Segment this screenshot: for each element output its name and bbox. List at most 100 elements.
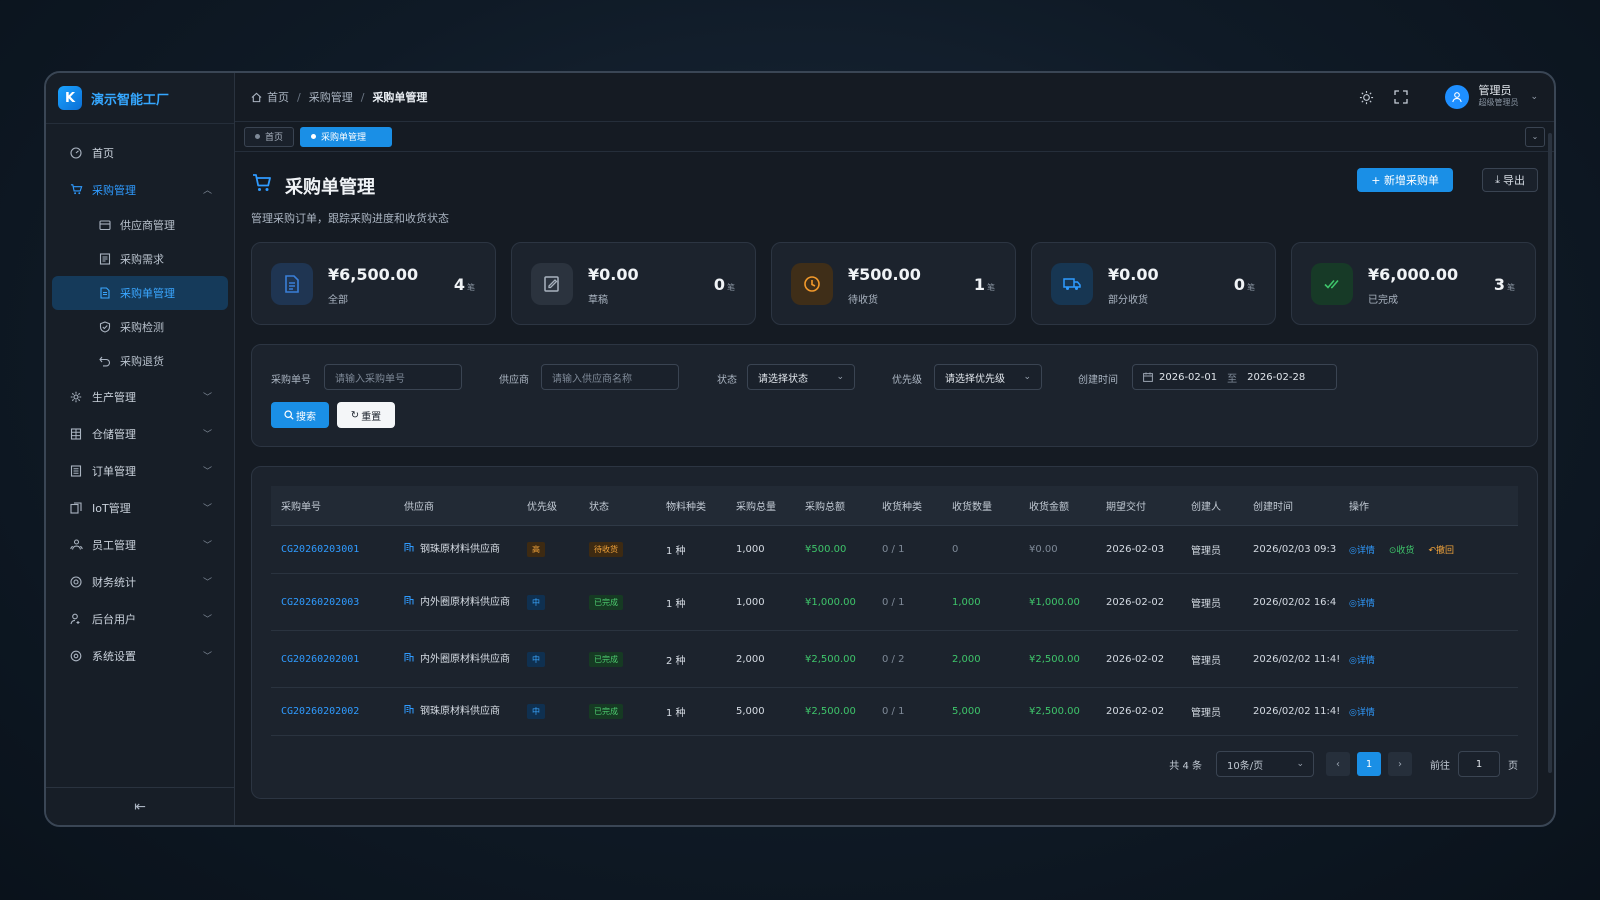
total-qty-cell: 5,000 (726, 706, 795, 717)
new-po-button[interactable]: + 新增采购单 (1357, 168, 1453, 192)
sidebar-subitem[interactable]: 供应商管理 (52, 208, 228, 242)
prev-page-button[interactable]: ‹ (1326, 752, 1350, 776)
stat-card[interactable]: ¥500.00 待收货 1 笔 (771, 242, 1016, 325)
stat-card[interactable]: ¥6,000.00 已完成 3 笔 (1291, 242, 1536, 325)
chevron-up-icon: ︿ (202, 186, 212, 196)
po-number-link[interactable]: CG20260202003 (271, 597, 394, 608)
search-button[interactable]: 搜索 (271, 402, 329, 428)
sidebar-item[interactable]: 生产管理 ﹀ (46, 378, 234, 415)
topbar: 首页 / 采购管理 / 采购单管理 管理员 超级管理员 ⌄ (235, 73, 1554, 122)
chevron-down-icon[interactable]: ⌄ (1530, 92, 1538, 102)
status-select[interactable]: 请选择状态 ⌄ (747, 364, 855, 390)
due-date-cell-text: 2026-02-02 (1106, 706, 1165, 717)
row-action-button[interactable]: ↶撤回 (1428, 543, 1454, 556)
tab-tag[interactable]: 首页 (244, 126, 295, 147)
date-separator: 至 (1227, 373, 1238, 385)
sidebar-item[interactable]: 采购管理 ︿ (46, 171, 234, 208)
stat-amount: ¥0.00 (588, 265, 639, 284)
gear-icon (69, 390, 83, 404)
export-button[interactable]: ⤓ 导出 (1482, 168, 1538, 192)
actions-cell: ◎详情 (1339, 653, 1462, 666)
next-page-button[interactable]: › (1388, 752, 1412, 776)
sidebar-item[interactable]: 财务统计 ﹀ (46, 563, 234, 600)
received-amount-cell: ¥0.00 (1019, 544, 1096, 555)
row-action-button[interactable]: ⊙收货 (1389, 543, 1415, 556)
sidebar-subitem[interactable]: 采购单管理 (52, 276, 228, 310)
column-header: 创建时间 (1253, 502, 1293, 513)
material-kinds-cell: 1 种 (656, 542, 726, 557)
home-icon (251, 92, 262, 103)
sidebar-item[interactable]: 首页 (46, 134, 234, 171)
stat-label: 草稿 (588, 295, 608, 306)
avatar[interactable] (1445, 85, 1470, 109)
received-kinds-cell-text: 0 / 1 (882, 706, 905, 717)
row-action-button[interactable]: ◎详情 (1349, 543, 1375, 556)
column-header: 状态 (589, 502, 609, 513)
priority-select[interactable]: 请选择优先级 ⌄ (934, 364, 1042, 390)
fullscreen-icon[interactable] (1392, 88, 1410, 106)
goto-label: 前往 (1430, 760, 1450, 772)
chevron-down-icon: ﹀ (202, 504, 212, 514)
stat-label: 已完成 (1368, 295, 1398, 306)
page-size-select[interactable]: 10条/页 ⌄ (1216, 751, 1314, 777)
po-number-link[interactable]: CG20260203001 (271, 544, 394, 555)
status-cell: 已完成 (579, 704, 656, 719)
breadcrumb-parent[interactable]: 采购管理 (309, 89, 353, 105)
tags-bar: 首页 采购单管理 ⌄ (235, 122, 1554, 152)
po-number-link[interactable]: CG20260202002 (271, 706, 394, 717)
priority-badge: 中 (527, 594, 545, 610)
sidebar-item[interactable]: 后台用户 ﹀ (46, 600, 234, 637)
creator-cell-text: 管理员 (1191, 546, 1221, 557)
row-action-button[interactable]: ◎详情 (1349, 653, 1375, 666)
sidebar-item[interactable]: 员工管理 ﹀ (46, 526, 234, 563)
sidebar-item[interactable]: 订单管理 ﹀ (46, 452, 234, 489)
stat-card[interactable]: ¥6,500.00 全部 4 笔 (251, 242, 496, 325)
page-number-button[interactable]: 1 (1357, 752, 1381, 776)
stat-count: 0笔 (714, 275, 735, 294)
status-badge: 已完成 (589, 594, 623, 610)
row-action-button[interactable]: ◎详情 (1349, 705, 1375, 718)
table-row: CG20260202002 钢珠原材料供应商 中 已完成 1 种 5,000 ¥2,500.… (271, 688, 1518, 736)
page-header: 采购单管理 管理采购订单，跟踪采购进度和收货状态 + 新增采购单 ⤓ 导出 (251, 152, 1538, 242)
creator-cell: 管理员 (1181, 652, 1243, 667)
received-qty-cell: 0 (942, 544, 1019, 555)
reset-button[interactable]: ↻ 重置 (337, 402, 395, 428)
sidebar-subitem[interactable]: 采购检测 (52, 310, 228, 344)
cart-icon (251, 172, 273, 199)
total-amount-cell-text: ¥500.00 (805, 544, 847, 555)
user-info[interactable]: 管理员 超级管理员 (1478, 85, 1518, 109)
logo[interactable]: K 演示智能工厂 (46, 73, 234, 124)
sidebar-item[interactable]: 仓储管理 ﹀ (46, 415, 234, 452)
sidebar-subitem[interactable]: 采购需求 (52, 242, 228, 276)
po-number-link-text: CG20260202002 (281, 706, 360, 717)
created-time-cell-text: 2026/02/02 11:4! (1253, 706, 1339, 717)
breadcrumb-home[interactable]: 首页 (267, 89, 289, 105)
sidebar-item[interactable]: IoT管理 ﹀ (46, 489, 234, 526)
row-action-button[interactable]: ◎详情 (1349, 596, 1375, 609)
created-time-cell: 2026/02/02 11:4! (1243, 706, 1339, 717)
date-range-picker[interactable]: 2026-02-01 至 2026-02-28 (1132, 364, 1337, 390)
priority-cell: 中 (517, 594, 579, 610)
stat-label: 待收货 (848, 295, 878, 306)
po-input[interactable]: 请输入采购单号 (324, 364, 462, 390)
po-number-link[interactable]: CG20260202001 (271, 654, 394, 665)
sidebar-subitem[interactable]: 采购退货 (52, 344, 228, 378)
supplier-input[interactable]: 请输入供应商名称 (541, 364, 679, 390)
stat-card[interactable]: ¥0.00 部分收货 0 笔 (1031, 242, 1276, 325)
collapse-sidebar-button[interactable]: ⇤ (46, 787, 234, 825)
sidebar-item[interactable]: 系统设置 ﹀ (46, 637, 234, 674)
goto-page-input[interactable]: 1 (1458, 751, 1500, 777)
theme-sun-icon[interactable] (1357, 88, 1375, 106)
sidebar-item-label: 采购管理 (92, 183, 136, 197)
status-cell: 已完成 (579, 651, 656, 667)
table-header: 采购单号 供应商 优先级 状态 物料种类 采购总量 采购总额 收货种类 收货数量 收货金额 期望交付… (271, 486, 1518, 526)
supplier-cell: 内外圈原材料供应商 (394, 595, 517, 610)
scrollbar[interactable] (1548, 133, 1552, 773)
received-qty-cell-text: 2,000 (952, 653, 981, 665)
tab-tag[interactable]: 采购单管理 (300, 126, 393, 147)
page-content: 采购单管理 管理采购订单，跟踪采购进度和收货状态 + 新增采购单 ⤓ 导出 ¥6… (235, 152, 1554, 825)
tags-menu-button[interactable]: ⌄ (1525, 126, 1545, 147)
received-amount-cell-text: ¥1,000.00 (1029, 596, 1080, 608)
app-window: K 演示智能工厂 首页 采购管理 ︿ 供应商管理 采购需求 采购单管理 采购检测 采购退货 生产… (44, 71, 1556, 827)
stat-card[interactable]: ¥0.00 草稿 0 笔 (511, 242, 756, 325)
